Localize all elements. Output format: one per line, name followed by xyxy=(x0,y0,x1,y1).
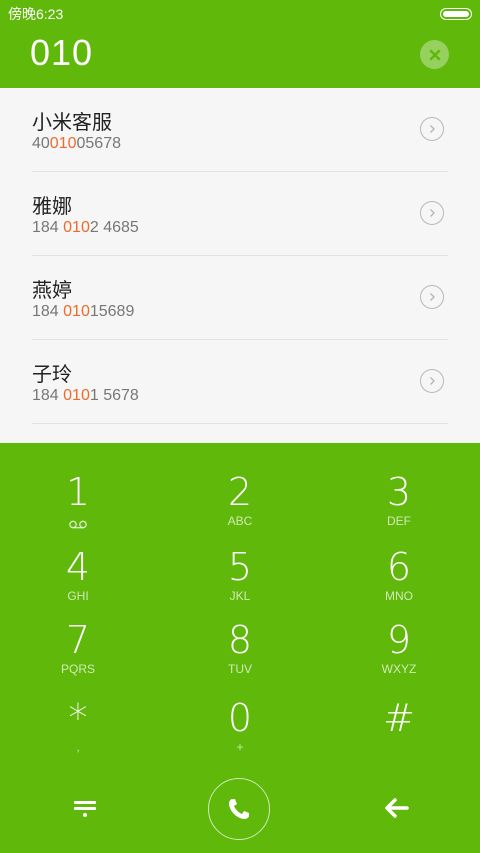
contact-detail-button[interactable] xyxy=(420,201,444,225)
key-digit: 6 xyxy=(386,545,412,589)
divider xyxy=(32,423,448,424)
key-letters: PQRS xyxy=(60,662,95,676)
phone-suffix: 15689 xyxy=(89,303,135,320)
key-digit: 9 xyxy=(386,618,412,662)
key-9[interactable]: 9 WXYZ xyxy=(339,618,459,684)
key-digit: 7 xyxy=(65,618,91,662)
contact-detail-button[interactable] xyxy=(420,117,444,141)
key-digit: 4 xyxy=(65,545,91,589)
phone-prefix: 184 xyxy=(32,219,64,236)
key-6[interactable]: 6 MNO xyxy=(339,545,459,611)
contact-phone: 184 01015689 xyxy=(32,303,134,321)
key-7[interactable]: 7 PQRS xyxy=(18,618,138,684)
key-letters: WXYZ xyxy=(381,662,417,676)
phone-match: 010 xyxy=(63,387,90,404)
key-digit: 0 xyxy=(227,696,253,740)
contact-phone: 4001005678 xyxy=(32,135,121,153)
close-icon xyxy=(429,49,440,60)
key-digit: 3 xyxy=(386,470,412,514)
chevron-right-icon xyxy=(430,125,435,133)
phone-icon xyxy=(229,799,249,819)
contact-phone: 184 0101 5678 xyxy=(32,387,139,405)
phone-prefix: 184 xyxy=(32,387,64,404)
key-letters: MNO xyxy=(385,589,413,603)
menu-icon xyxy=(74,801,96,817)
contact-name: 小米客服 xyxy=(32,110,112,134)
contact-results: 小米客服 4001005678 雅娜 184 0102 4685 燕婷 184 … xyxy=(0,88,480,443)
menu-button[interactable] xyxy=(72,798,98,820)
phone-suffix: 2 4685 xyxy=(89,219,139,236)
contact-name: 燕婷 xyxy=(32,278,72,302)
key-star[interactable]: * , xyxy=(18,696,138,762)
contact-row[interactable]: 燕婷 184 01015689 xyxy=(0,256,480,340)
contact-row[interactable]: 雅娜 184 0102 4685 xyxy=(0,172,480,256)
phone-suffix: 1 5678 xyxy=(89,387,139,404)
key-letters: , xyxy=(76,740,80,754)
phone-match: 010 xyxy=(49,135,77,152)
dialed-number[interactable]: 010 xyxy=(30,32,93,74)
chevron-right-icon xyxy=(430,293,435,301)
contact-row[interactable]: 小米客服 4001005678 xyxy=(0,88,480,172)
key-8[interactable]: 8 TUV xyxy=(180,618,300,684)
header: 傍晚6:23 010 xyxy=(0,0,480,88)
key-letters: + xyxy=(236,740,244,754)
battery-icon xyxy=(440,8,472,20)
key-digit: # xyxy=(383,696,415,740)
backspace-icon xyxy=(385,798,409,818)
key-3[interactable]: 3 DEF xyxy=(339,470,459,536)
contact-phone: 184 0102 4685 xyxy=(32,219,139,237)
backspace-button[interactable] xyxy=(384,796,410,820)
key-digit: 2 xyxy=(227,470,253,514)
key-letters: JKL xyxy=(229,589,251,603)
key-4[interactable]: 4 GHI xyxy=(18,545,138,611)
phone-match: 010 xyxy=(63,303,90,320)
phone-match: 010 xyxy=(63,219,90,236)
phone-prefix: 184 xyxy=(32,303,64,320)
key-digit: * xyxy=(68,696,88,740)
key-5[interactable]: 5 JKL xyxy=(180,545,300,611)
call-button[interactable] xyxy=(208,778,270,840)
dialer-screen: 傍晚6:23 010 小米客服 4001005678 雅娜 184 0102 4… xyxy=(0,0,480,853)
clear-button[interactable] xyxy=(420,40,449,69)
contact-row[interactable]: 子玲 184 0101 5678 xyxy=(0,340,480,424)
contact-name: 子玲 xyxy=(32,362,72,386)
contact-name: 雅娜 xyxy=(32,194,72,218)
chevron-right-icon xyxy=(430,209,435,217)
contact-detail-button[interactable] xyxy=(420,285,444,309)
key-1[interactable]: 1 xyxy=(18,470,138,536)
voicemail-icon xyxy=(69,520,87,529)
phone-prefix: 40 xyxy=(32,135,50,152)
key-letters: ABC xyxy=(227,514,253,528)
key-hash[interactable]: # xyxy=(339,696,459,762)
key-0[interactable]: 0 + xyxy=(180,696,300,762)
key-letters: GHI xyxy=(67,589,89,603)
chevron-right-icon xyxy=(430,377,435,385)
key-letters: DEF xyxy=(387,514,411,528)
key-letters: TUV xyxy=(228,662,252,676)
phone-suffix: 05678 xyxy=(76,135,122,152)
key-2[interactable]: 2 ABC xyxy=(180,470,300,536)
contact-detail-button[interactable] xyxy=(420,369,444,393)
status-time: 傍晚6:23 xyxy=(8,6,64,22)
key-digit: 1 xyxy=(65,470,91,514)
key-digit: 8 xyxy=(227,618,253,662)
key-digit: 5 xyxy=(227,545,253,589)
